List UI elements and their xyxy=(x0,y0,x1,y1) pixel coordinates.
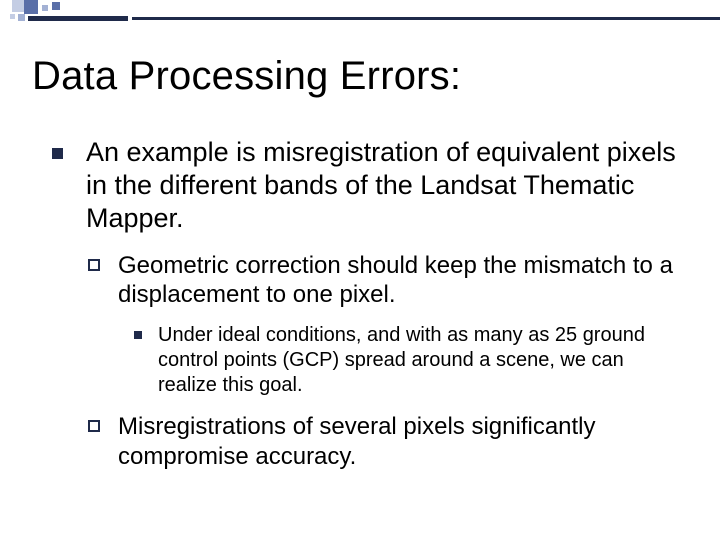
bullet-level2-text: Misregistrations of several pixels signi… xyxy=(118,413,596,469)
slide-title: Data Processing Errors: xyxy=(32,54,461,99)
bullet-level3: Under ideal conditions, and with as many… xyxy=(134,323,686,398)
header-decoration xyxy=(0,0,720,24)
hollow-square-bullet-icon xyxy=(88,420,100,432)
bullet-level1: An example is misregistration of equival… xyxy=(52,136,686,235)
slide: Data Processing Errors: An example is mi… xyxy=(0,0,720,540)
bullet-level2-text: Geometric correction should keep the mis… xyxy=(118,252,673,308)
bullet-level3-text: Under ideal conditions, and with as many… xyxy=(158,324,645,396)
slide-content: An example is misregistration of equival… xyxy=(52,136,686,485)
small-square-bullet-icon xyxy=(134,331,142,339)
bullet-level2: Geometric correction should keep the mis… xyxy=(88,251,686,310)
bullet-level2: Misregistrations of several pixels signi… xyxy=(88,412,686,471)
hollow-square-bullet-icon xyxy=(88,259,100,271)
square-bullet-icon xyxy=(52,148,63,159)
bullet-level1-text: An example is misregistration of equival… xyxy=(86,137,676,233)
